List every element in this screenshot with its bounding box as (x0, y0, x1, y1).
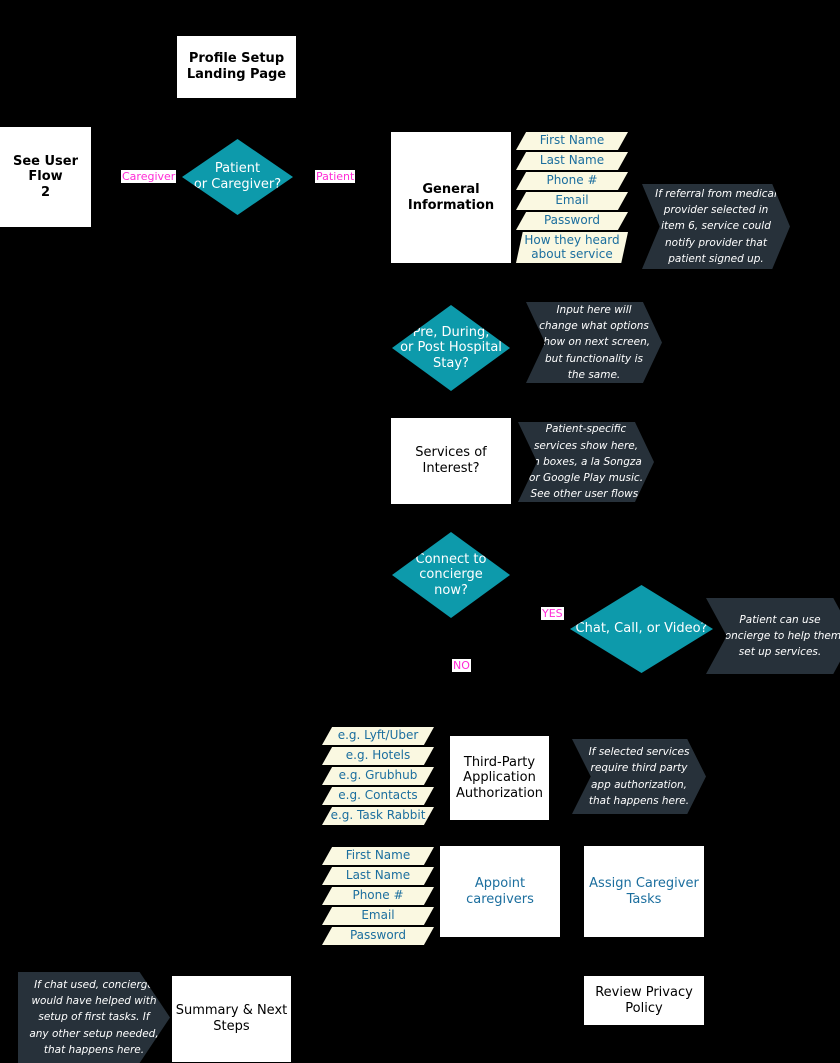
data-shape-label: Password (349, 928, 407, 943)
data-shape-phone[interactable]: Phone # (516, 172, 628, 190)
edge-label-text: NO (453, 659, 470, 672)
data-shape-eg-grubhub[interactable]: e.g. Grubhub (322, 767, 434, 785)
node-label: Assign Caregiver Tasks (589, 875, 699, 907)
node-see-user-flow-2[interactable]: See User Flow 2 (0, 127, 91, 227)
connector-appoint-to-assign (560, 891, 584, 892)
connector-thirdparty-to-appoint (499, 820, 500, 846)
data-shape-caregiver-first-name[interactable]: First Name (322, 847, 434, 865)
node-hospital-stay-decision[interactable]: Pre, During, or Post Hospital Stay? (392, 305, 510, 391)
data-shape-label: e.g. Contacts (338, 788, 418, 803)
data-shape-email[interactable]: Email (516, 192, 628, 210)
data-shape-caregiver-phone[interactable]: Phone # (322, 887, 434, 905)
data-shape-caregiver-password[interactable]: Password (322, 927, 434, 945)
data-shape-eg-hotels[interactable]: e.g. Hotels (322, 747, 434, 765)
node-label: Review Privacy Policy (595, 984, 693, 1016)
edge-label-patient: Patient (315, 170, 356, 183)
note-input-change: Input here will change what options show… (526, 302, 662, 383)
edge-label-caregiver: Caregiver (121, 170, 177, 183)
data-shape-last-name[interactable]: Last Name (516, 152, 628, 170)
data-shape-label: Last Name (539, 153, 605, 168)
edge-label-text: Caregiver (122, 170, 176, 183)
edge-label-no: NO (452, 659, 471, 672)
node-label: Services of Interest? (415, 445, 487, 476)
data-shape-label: Email (555, 193, 589, 208)
data-shape-label: Phone # (352, 888, 404, 903)
data-shape-password[interactable]: Password (516, 212, 628, 230)
connector-chatvideo-down (641, 672, 642, 726)
note-text: If selected services require third party… (588, 745, 690, 807)
data-shape-eg-lyft-uber[interactable]: e.g. Lyft/Uber (322, 727, 434, 745)
connector-services-to-concierge (451, 504, 452, 534)
note-text: Input here will change what options show… (537, 303, 651, 381)
data-shape-label: e.g. Lyft/Uber (337, 728, 419, 743)
edge-label-text: YES (542, 607, 563, 620)
data-shape-label: Email (361, 908, 395, 923)
node-label: Connect to concierge now? (415, 551, 487, 598)
edge-label-yes: YES (541, 607, 564, 620)
node-review-privacy-policy[interactable]: Review Privacy Policy (584, 976, 704, 1025)
node-third-party-authorization[interactable]: Third-Party Application Authorization (450, 736, 549, 820)
data-shape-how-they-heard[interactable]: How they heard about service (516, 232, 628, 263)
note-referral: If referral from medical provider select… (642, 184, 790, 269)
data-shape-eg-contacts[interactable]: e.g. Contacts (322, 787, 434, 805)
node-appoint-caregivers[interactable]: Appoint caregivers (440, 846, 560, 937)
data-shape-eg-task-rabbit[interactable]: e.g. Task Rabbit (322, 807, 434, 825)
node-summary-next-steps[interactable]: Summary & Next Steps (172, 976, 291, 1062)
node-services-of-interest[interactable]: Services of Interest? (391, 418, 511, 504)
data-shape-label: How they heard about service (524, 232, 620, 261)
node-label: Chat, Call, or Video? (575, 621, 708, 637)
note-text: If chat used, concierge would have helpe… (29, 978, 159, 1056)
node-general-information[interactable]: General Information (391, 132, 511, 263)
note-text: Patient can use concierge to help them s… (718, 613, 840, 659)
connector-hospital-to-services (451, 390, 452, 417)
data-shape-label: Last Name (345, 868, 411, 883)
node-chat-call-video-decision[interactable]: Chat, Call, or Video? (570, 585, 713, 673)
node-connect-concierge-decision[interactable]: Connect to concierge now? (392, 532, 510, 618)
data-shape-label: First Name (345, 848, 411, 863)
connector-to-thirdparty (441, 726, 642, 727)
data-shape-caregiver-last-name[interactable]: Last Name (322, 867, 434, 885)
connector-appoint-to-summary (231, 937, 232, 976)
data-shape-label: Phone # (546, 173, 598, 188)
data-shape-first-name[interactable]: First Name (516, 132, 628, 150)
node-assign-caregiver-tasks[interactable]: Assign Caregiver Tasks (584, 846, 704, 937)
note-third-party-authorization: If selected services require third party… (572, 739, 706, 814)
flowchart-canvas: Profile Setup Landing Page See User Flow… (0, 0, 840, 1063)
note-concierge-help: Patient can use concierge to help them s… (706, 598, 840, 674)
edge-label-text: Patient (316, 170, 355, 183)
note-patient-specific-services: Patient-specific services show here, in … (518, 422, 654, 502)
connector-assign-to-privacy (644, 937, 645, 976)
data-shape-caregiver-email[interactable]: Email (322, 907, 434, 925)
note-chat-used: If chat used, concierge would have helpe… (18, 972, 170, 1063)
node-label: Patient or Caregiver? (193, 161, 282, 192)
data-shape-label: Password (543, 213, 601, 228)
node-label: See User Flow 2 (12, 153, 79, 200)
data-shape-label: e.g. Task Rabbit (330, 808, 426, 823)
node-patient-or-caregiver-decision[interactable]: Patient or Caregiver? (182, 139, 293, 215)
node-label: Profile Setup Landing Page (186, 51, 287, 82)
data-shape-label: e.g. Grubhub (338, 768, 418, 783)
data-shape-label: First Name (539, 133, 605, 148)
node-label: General Information (407, 181, 495, 213)
data-shape-label: e.g. Hotels (345, 748, 411, 763)
note-text: Patient-specific services show here, in … (528, 423, 644, 501)
node-label: Appoint caregivers (466, 875, 534, 907)
connector-general-to-hospital (451, 263, 452, 305)
note-text: If referral from medical provider select… (655, 187, 777, 265)
node-profile-setup-landing-page[interactable]: Profile Setup Landing Page (177, 36, 296, 98)
node-label: Third-Party Application Authorization (455, 754, 544, 801)
node-label: Summary & Next Steps (175, 1003, 288, 1034)
node-label: Pre, During, or Post Hospital Stay? (400, 324, 502, 371)
